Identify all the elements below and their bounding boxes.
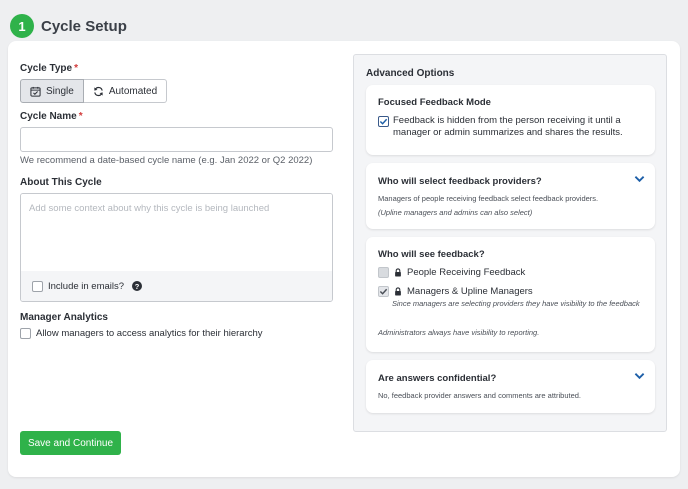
advanced-options-panel: Advanced Options Focused Feedback Mode F… [353,54,667,432]
manager-analytics-checkbox[interactable] [20,328,31,339]
confidential-desc: No, feedback provider answers and commen… [378,391,582,400]
page-title: Cycle Setup [41,17,127,35]
include-in-emails-label: Include in emails? [48,280,125,292]
about-cycle-label: About This Cycle [20,177,102,188]
cycle-setup-card: Cycle Type * Single Automated Cycle Name * [8,41,680,477]
refresh-icon [94,86,103,96]
focused-feedback-title: Focused Feedback Mode [378,97,491,108]
managers-checkbox[interactable] [378,286,389,297]
feedback-providers-title: Who will select feedback providers? [378,176,542,187]
feedback-visibility-card: Who will see feedback? People Receiving … [366,237,655,352]
confidential-title: Are answers confidential? [378,373,497,384]
help-icon[interactable]: ? [132,281,143,291]
cycle-type-label: Cycle Type * [20,63,78,74]
cycle-name-label: Cycle Name * [20,111,83,122]
cycle-name-input[interactable] [20,127,333,152]
focused-feedback-option: Feedback is hidden from the person recei… [378,115,646,139]
feedback-visibility-title: Who will see feedback? [378,249,485,260]
about-cycle-textarea[interactable] [21,194,332,273]
receivers-checkbox[interactable] [378,267,389,278]
cycle-type-automated-button[interactable]: Automated [83,79,168,103]
manager-analytics-option-label: Allow managers to access analytics for t… [36,328,263,339]
step-number-badge: 1 [10,14,34,38]
required-mark: * [74,63,78,74]
visibility-option-managers: Managers & Upline Managers [378,286,533,297]
cycle-type-single-button[interactable]: Single [20,79,84,103]
cycle-type-toggle: Single Automated [20,79,168,103]
confidential-card[interactable]: Are answers confidential? No, feedback p… [366,360,655,413]
feedback-providers-note: (Upline managers and admins can also sel… [378,208,533,217]
lock-icon [395,287,401,296]
include-in-emails-checkbox[interactable] [32,280,43,292]
about-cycle-field: Include in emails? ? [20,193,333,302]
managers-label: Managers & Upline Managers [407,286,533,297]
cycle-type-label-text: Cycle Type [20,63,73,74]
chevron-down-icon[interactable] [634,372,645,380]
receivers-label: People Receiving Feedback [407,267,526,278]
checkmark-icon [379,288,388,295]
cycle-name-hint: We recommend a date-based cycle name (e.… [20,155,313,166]
visibility-option-receivers: People Receiving Feedback [378,267,525,278]
manager-analytics-label: Manager Analytics [20,312,108,323]
about-cycle-footer: Include in emails? ? [21,271,332,301]
cycle-type-automated-label: Automated [108,85,158,97]
manager-analytics-option: Allow managers to access analytics for t… [20,328,263,339]
calendar-check-icon [30,86,41,97]
checkmark-icon [379,118,388,125]
feedback-providers-desc: Managers of people receiving feedback se… [378,194,599,203]
focused-feedback-card: Focused Feedback Mode Feedback is hidden… [366,85,655,155]
chevron-down-icon[interactable] [634,175,645,183]
feedback-providers-card[interactable]: Who will select feedback providers? Mana… [366,163,655,229]
cycle-name-label-text: Cycle Name [20,111,77,122]
advanced-options-title: Advanced Options [366,68,455,79]
focused-feedback-option-label: Feedback is hidden from the person recei… [393,115,623,138]
managers-note: Since managers are selecting providers t… [392,299,640,308]
focused-feedback-checkbox[interactable] [378,116,389,127]
page-header: 1 Cycle Setup [10,13,127,39]
cycle-type-single-label: Single [46,85,74,97]
admin-visibility-note: Administrators always have visibility to… [378,328,540,337]
required-mark: * [78,111,83,122]
save-and-continue-button[interactable]: Save and Continue [20,431,121,455]
lock-icon [395,268,401,277]
